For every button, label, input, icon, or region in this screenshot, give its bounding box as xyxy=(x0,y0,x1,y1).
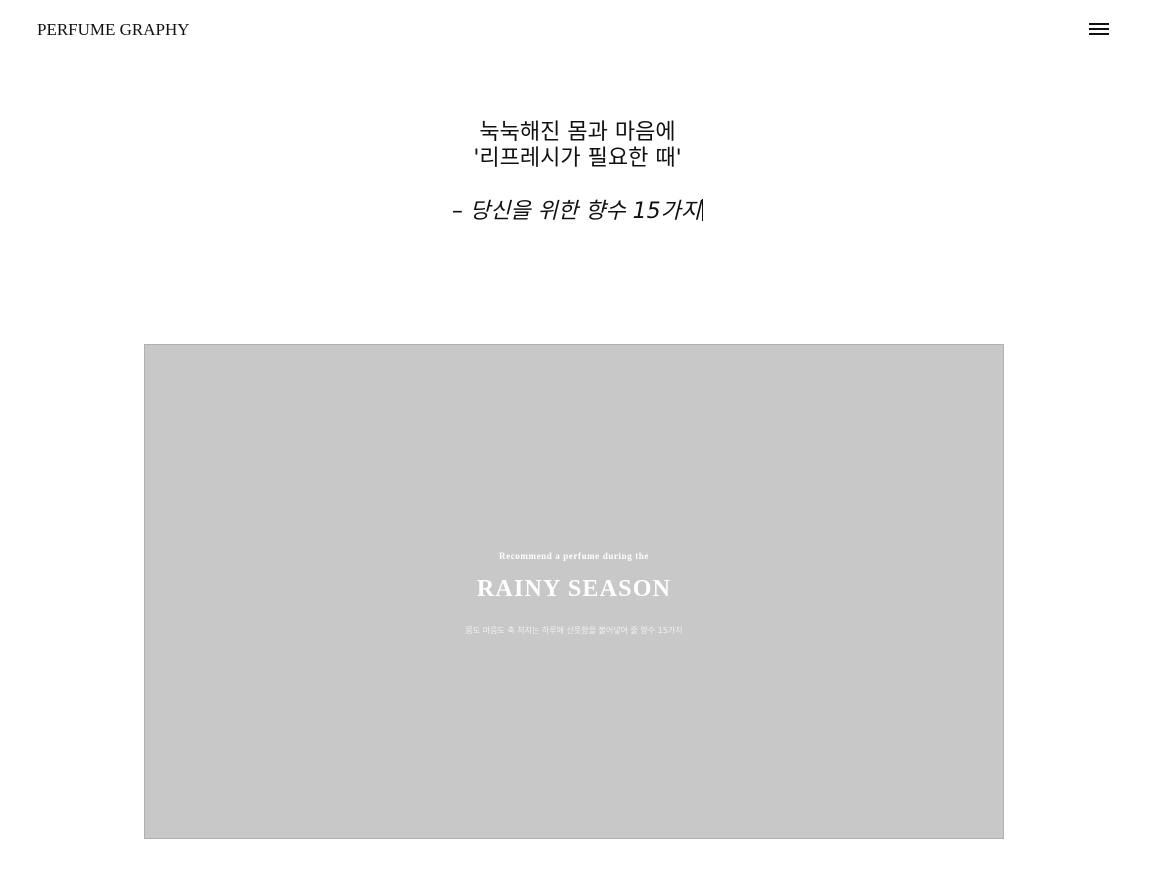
hero-description: 몸도 마음도 축 처지는 하루에 산뜻함을 불어넣어 줄 향수 15가지 xyxy=(465,626,683,635)
intro-line-1: 눅눅해진 몸과 마음에 xyxy=(479,120,676,145)
text-caret xyxy=(702,199,704,221)
menu-line xyxy=(1089,28,1109,30)
hero-title: RAINY SEASON xyxy=(476,576,672,602)
menu-line xyxy=(1089,33,1109,35)
hamburger-menu-icon[interactable] xyxy=(1086,21,1112,39)
menu-line xyxy=(1089,23,1109,25)
intro-headline: 눅눅해진 몸과 마음에 '리프레시가 필요한 때' xyxy=(0,120,1155,172)
hero-kicker: Recommend a perfume during the xyxy=(499,551,649,561)
intro-subline-text: – 당신을 위한 향수 15가지 xyxy=(451,199,702,224)
hero-text-overlay: Recommend a perfume during the RAINY SEA… xyxy=(145,345,1003,838)
hero-banner[interactable]: Recommend a perfume during the RAINY SEA… xyxy=(144,344,1004,839)
intro-subline: – 당신을 위한 향수 15가지 xyxy=(0,198,1155,226)
site-logo[interactable]: PERFUME GRAPHY xyxy=(37,20,190,40)
intro-line-2: '리프레시가 필요한 때' xyxy=(473,146,682,171)
